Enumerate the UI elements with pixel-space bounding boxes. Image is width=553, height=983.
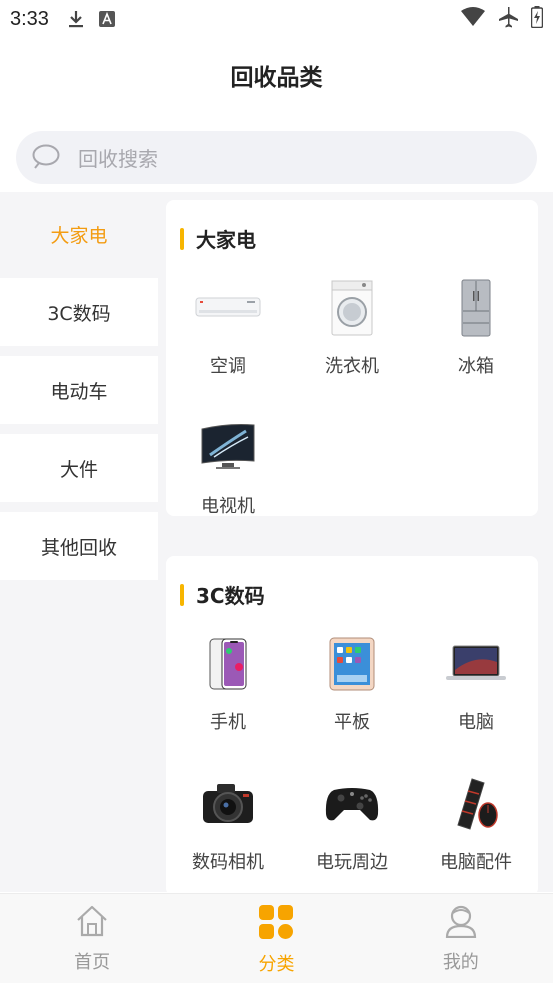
- tab-profile[interactable]: 我的: [369, 894, 553, 983]
- search-input[interactable]: 回收搜索: [16, 131, 537, 184]
- tv-icon: [192, 418, 264, 478]
- profile-icon: [444, 904, 478, 942]
- category-item-air-conditioner[interactable]: 空调: [166, 278, 290, 418]
- sidebar-item-3c-digital[interactable]: 3C数码: [0, 278, 158, 346]
- download-icon: [67, 9, 85, 29]
- item-label: 电玩周边: [316, 852, 388, 873]
- tablet-icon: [316, 634, 388, 694]
- section-title: 大家电: [180, 224, 256, 253]
- bottom-navigation: 首页 分类 我的: [0, 893, 553, 983]
- title-accent-bar: [180, 227, 184, 250]
- section-title: 3C数码: [180, 580, 265, 609]
- tab-category-label: 分类: [258, 954, 295, 975]
- section-3c-digital: 3C数码 手机 平板 电脑 数码相机 电玩周边 电脑配件: [166, 556, 538, 896]
- item-label: 空调: [210, 356, 246, 377]
- status-bar: 3:33: [0, 0, 553, 38]
- status-time: 3:33: [10, 7, 49, 30]
- item-label: 电脑配件: [440, 852, 512, 873]
- product-grid: 手机 平板 电脑 数码相机 电玩周边 电脑配件: [166, 634, 538, 914]
- search-placeholder: 回收搜索: [78, 147, 158, 171]
- category-item-washing-machine[interactable]: 洗衣机: [290, 278, 414, 418]
- category-sidebar: 大家电 3C数码 电动车 大件 其他回收: [0, 200, 158, 590]
- air-conditioner-icon: [192, 278, 264, 338]
- category-item-tv[interactable]: 电视机: [166, 418, 290, 558]
- section-title-text: 大家电: [196, 228, 256, 252]
- refrigerator-icon: [440, 278, 512, 338]
- sidebar-item-electric-vehicle[interactable]: 电动车: [0, 356, 158, 424]
- tab-profile-label: 我的: [442, 952, 479, 973]
- title-accent-bar: [180, 583, 184, 606]
- laptop-icon: [440, 634, 512, 694]
- category-icon: [258, 904, 294, 944]
- sidebar-item-large-items[interactable]: 大件: [0, 434, 158, 502]
- sidebar-item-other-recycling[interactable]: 其他回收: [0, 512, 158, 580]
- wifi-icon: [461, 6, 485, 32]
- category-item-tablet[interactable]: 平板: [290, 634, 414, 774]
- sidebar-item-home-appliances[interactable]: 大家电: [0, 200, 158, 268]
- item-label: 冰箱: [458, 356, 494, 377]
- item-label: 手机: [210, 712, 246, 733]
- tab-home-label: 首页: [74, 952, 111, 973]
- home-icon: [75, 904, 109, 942]
- section-home-appliances: 大家电 空调 洗衣机 冰箱 电视机: [166, 200, 538, 517]
- phone-icon: [192, 634, 264, 694]
- app-notification-icon: [98, 11, 115, 27]
- camera-icon: [192, 774, 264, 834]
- keyboard-mouse-icon: [440, 774, 512, 834]
- item-label: 电脑: [458, 712, 494, 733]
- item-label: 数码相机: [192, 852, 264, 873]
- product-grid: 空调 洗衣机 冰箱 电视机: [166, 278, 538, 558]
- tab-category[interactable]: 分类: [184, 894, 368, 983]
- item-label: 电视机: [201, 496, 255, 517]
- section-title-text: 3C数码: [196, 584, 265, 608]
- gamepad-icon: [316, 774, 388, 834]
- search-icon: [32, 143, 64, 173]
- category-item-laptop[interactable]: 电脑: [414, 634, 538, 774]
- tab-home[interactable]: 首页: [0, 894, 184, 983]
- item-label: 洗衣机: [325, 356, 379, 377]
- page-title: 回收品类: [230, 65, 323, 91]
- item-label: 平板: [334, 712, 370, 733]
- category-item-refrigerator[interactable]: 冰箱: [414, 278, 538, 418]
- category-item-phone[interactable]: 手机: [166, 634, 290, 774]
- washing-machine-icon: [316, 278, 388, 338]
- battery-charging-icon: [530, 5, 544, 33]
- airplane-mode-icon: [497, 6, 519, 33]
